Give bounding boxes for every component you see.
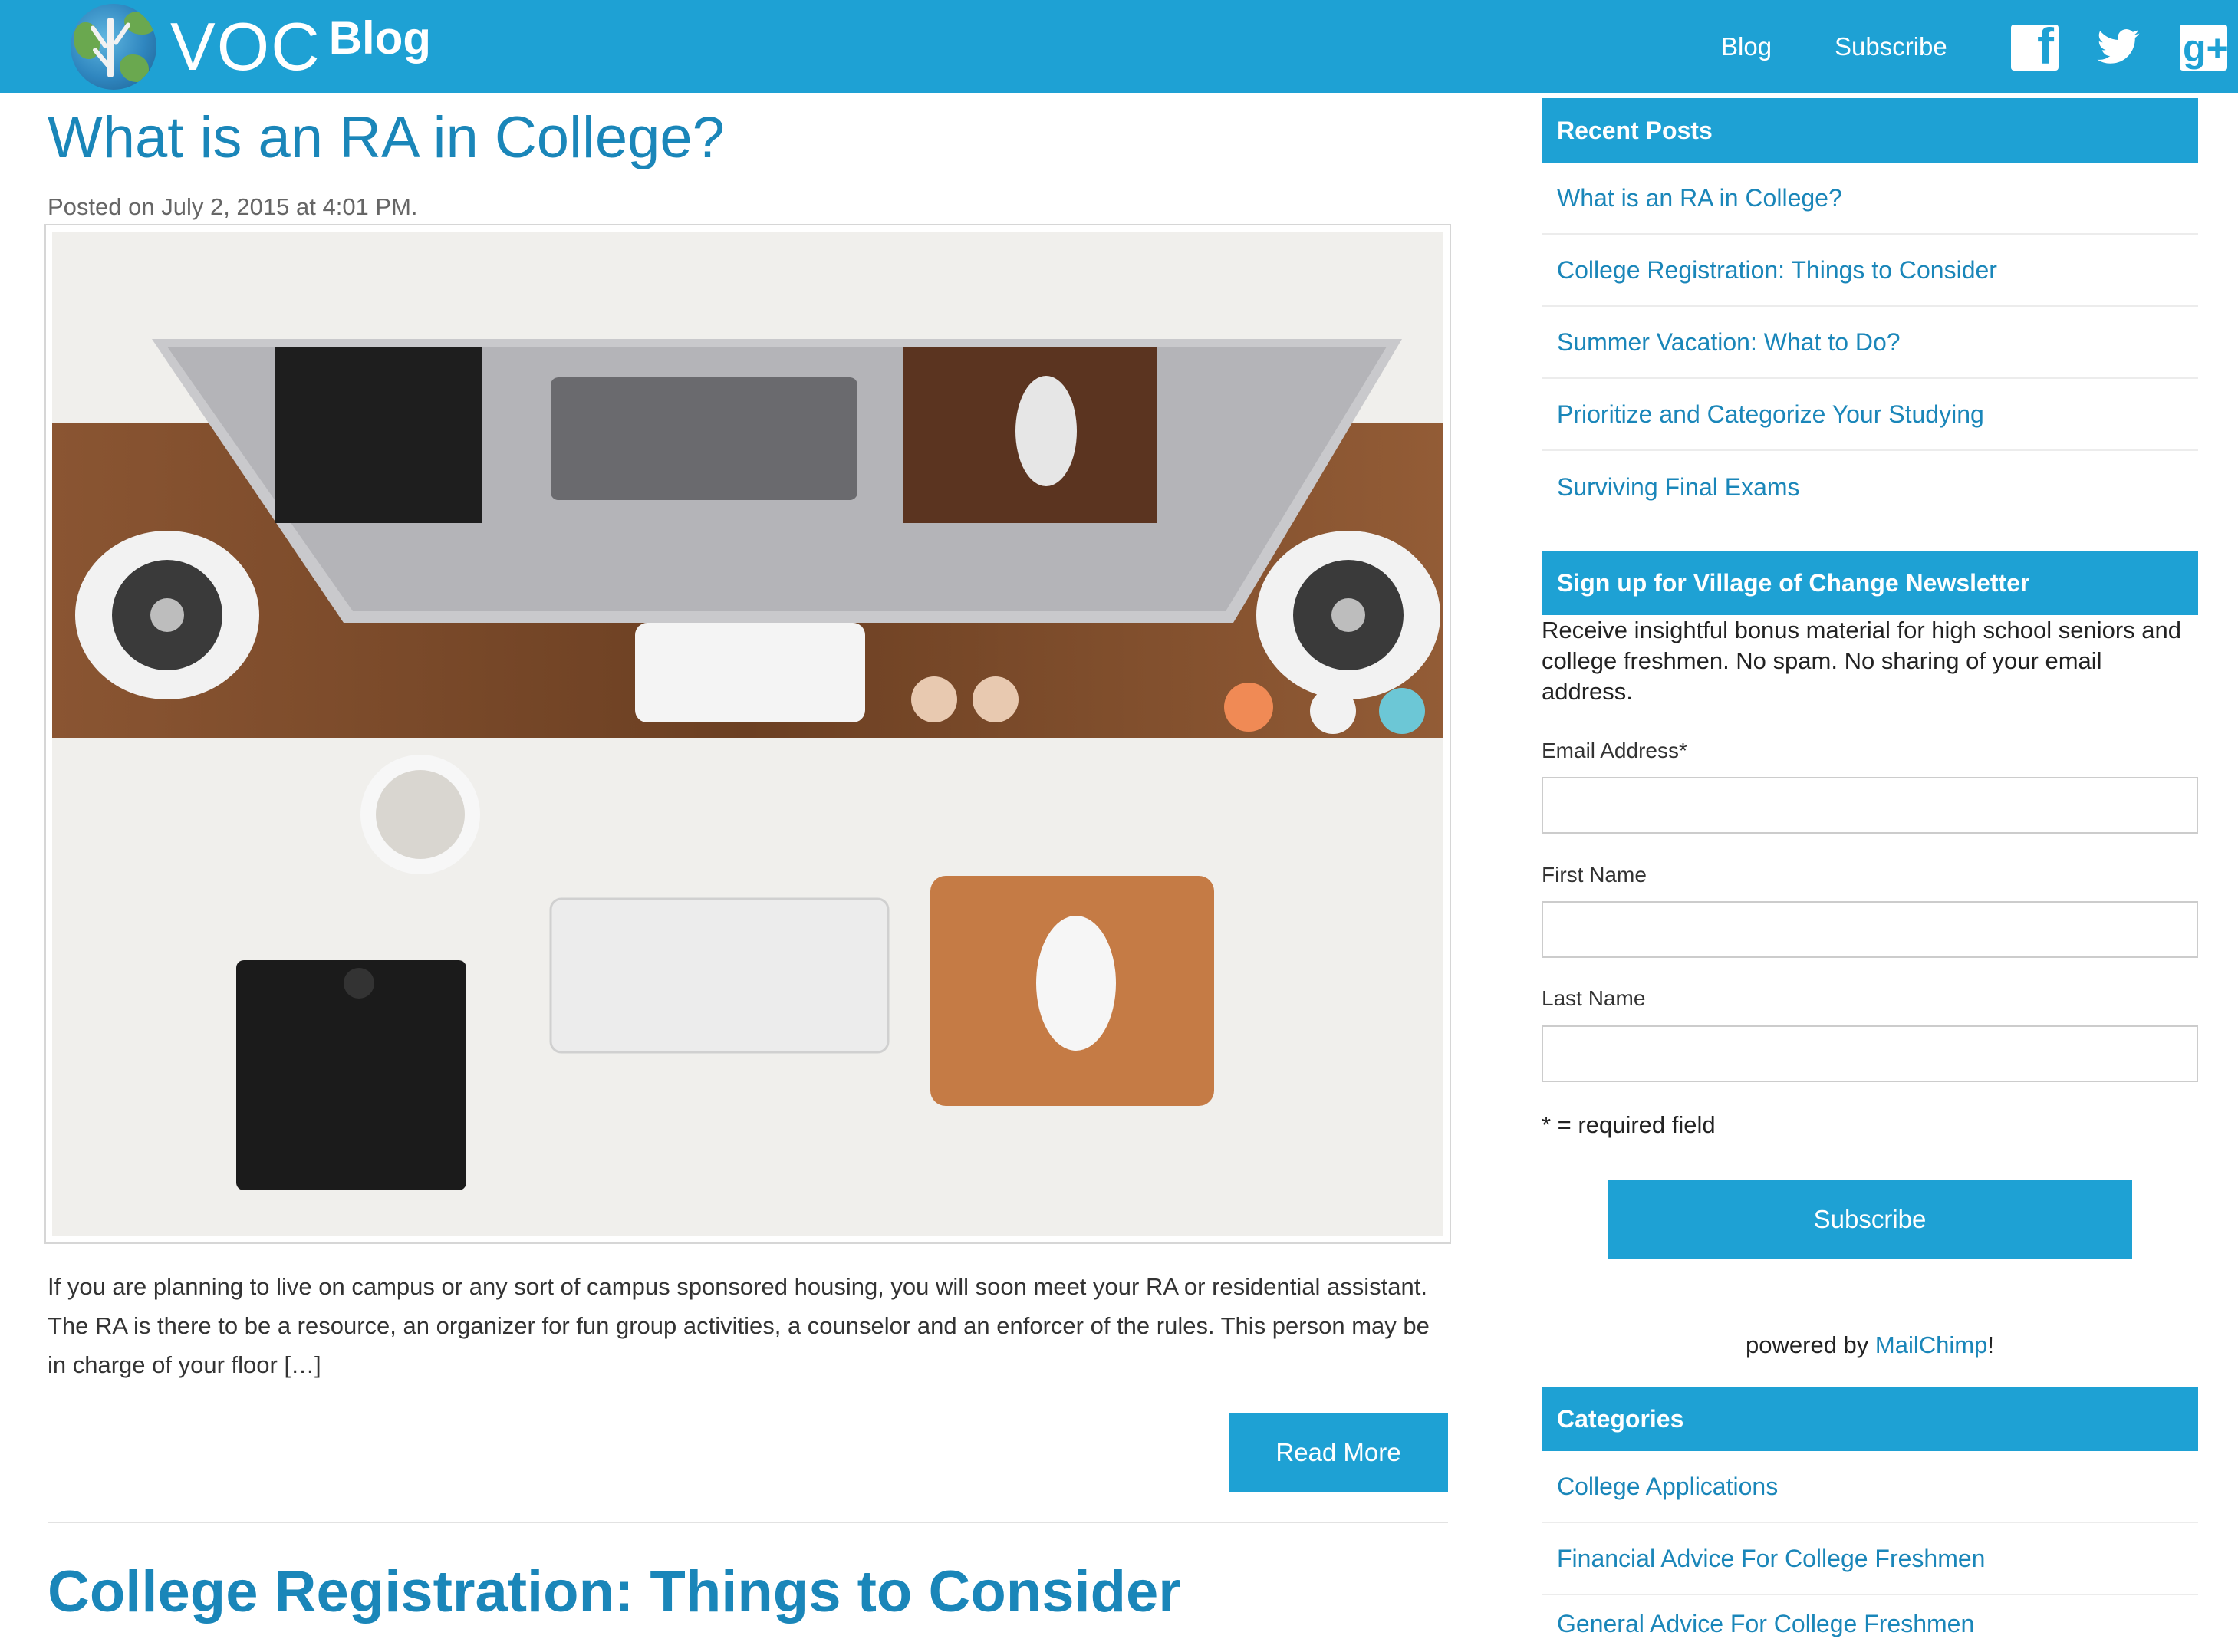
- read-more-button[interactable]: Read More: [1229, 1413, 1448, 1492]
- required-field-note: * = required field: [1542, 1111, 1716, 1138]
- recent-posts-heading: Recent Posts: [1542, 98, 2198, 163]
- nav-subscribe-link[interactable]: Subscribe: [1835, 32, 1947, 61]
- recent-post-link[interactable]: Prioritize and Categorize Your Studying: [1542, 379, 2198, 451]
- last-name-label: Last Name: [1542, 986, 1646, 1010]
- first-name-label: First Name: [1542, 863, 1647, 887]
- site-header: VOC Blog Blog Subscribe f g+: [0, 0, 2238, 93]
- category-link[interactable]: Financial Advice For College Freshmen: [1542, 1523, 2198, 1595]
- email-field[interactable]: [1542, 777, 2198, 834]
- recent-post-link[interactable]: What is an RA in College?: [1542, 163, 2198, 235]
- newsletter-heading: Sign up for Village of Change Newsletter: [1542, 551, 2198, 615]
- google-plus-icon[interactable]: g+: [2180, 25, 2229, 71]
- post-excerpt: If you are planning to live on campus or…: [48, 1273, 1430, 1378]
- post-divider: [48, 1522, 1448, 1523]
- email-label: Email Address*: [1542, 739, 1687, 762]
- post-title-link[interactable]: College Registration: Things to Consider: [48, 1558, 1181, 1625]
- mailchimp-link[interactable]: MailChimp: [1875, 1331, 1987, 1358]
- category-link[interactable]: General Advice For College Freshmen: [1542, 1595, 2198, 1652]
- facebook-icon[interactable]: f: [2011, 18, 2059, 74]
- twitter-icon[interactable]: [2094, 25, 2141, 71]
- newsletter-description: Receive insightful bonus material for hi…: [1542, 617, 2182, 705]
- powered-by: powered by MailChimp!: [1542, 1331, 2198, 1359]
- subscribe-button[interactable]: Subscribe: [1608, 1180, 2132, 1259]
- recent-post-link[interactable]: College Registration: Things to Consider: [1542, 235, 2198, 307]
- featured-image[interactable]: [44, 224, 1451, 1244]
- site-logo[interactable]: VOC Blog: [71, 0, 431, 93]
- categories-heading: Categories: [1542, 1387, 2198, 1451]
- desk-photo: [52, 232, 1443, 1236]
- nav-blog-link[interactable]: Blog: [1721, 32, 1772, 61]
- logo-suffix: Blog: [328, 12, 432, 64]
- recent-post-link[interactable]: Summer Vacation: What to Do?: [1542, 307, 2198, 379]
- post-date: Posted on July 2, 2015 at 4:01 PM.: [48, 193, 418, 220]
- last-name-field[interactable]: [1542, 1025, 2198, 1082]
- category-link[interactable]: College Applications: [1542, 1451, 2198, 1523]
- powered-by-suffix: !: [1987, 1331, 1994, 1358]
- first-name-field[interactable]: [1542, 901, 2198, 958]
- logo-wordmark: VOC: [170, 8, 321, 84]
- recent-post-link[interactable]: Surviving Final Exams: [1542, 451, 2198, 523]
- globe-tree-icon: [71, 3, 156, 90]
- post-title-link[interactable]: What is an RA in College?: [48, 104, 725, 171]
- powered-by-prefix: powered by: [1746, 1331, 1875, 1358]
